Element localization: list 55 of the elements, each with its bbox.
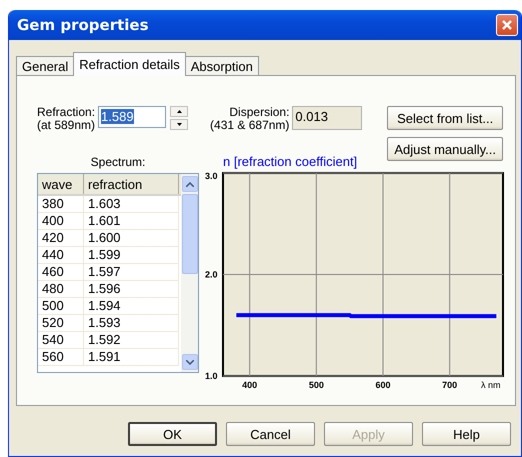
dialog-button[interactable]: Help [422,422,511,446]
column-header[interactable]: wave [38,174,84,194]
tab[interactable]: Absorption [184,56,259,76]
action-button[interactable]: Select from list... [387,106,503,130]
table-cell: 1.597 [84,264,179,281]
axis-title: λ nm [481,380,501,389]
table-cell: 540 [38,332,84,349]
table-cell: 1.599 [84,247,179,264]
table-cell: 1.600 [84,230,179,247]
table-cell: 1.592 [84,332,179,349]
dispersion-label: Dispersion: (431 & 687nm) [210,106,290,132]
table-cell: 1.603 [84,196,179,213]
scroll-thumb[interactable] [182,194,198,274]
axis-label: 1.0 [205,371,218,381]
refraction-label: Refraction: (at 589nm) [37,106,96,132]
table-cell: 480 [38,281,84,298]
spin-up-button[interactable] [170,106,188,117]
refraction-field[interactable]: 1.589 [98,106,166,128]
column-header[interactable]: refraction [84,174,179,194]
close-icon [501,19,513,31]
up-arrow-icon [176,110,182,113]
axis-label: 500 [308,380,324,389]
table-cell: 1.593 [84,315,179,332]
table-cell: 1.601 [84,213,179,230]
chart-title: n [refraction coefficient] [223,154,358,169]
axis-label: 3.0 [205,171,218,181]
scrollbar[interactable] [181,174,198,372]
scroll-down-icon[interactable] [182,354,198,370]
table-cell: 380 [38,196,84,213]
table-cell: 1.594 [84,298,179,315]
dialog-button[interactable]: Cancel [226,422,315,446]
spectrum-label: Spectrum: [90,155,146,169]
axis-label: 600 [375,380,391,389]
tab[interactable]: Refraction details [73,52,186,76]
table-cell: 460 [38,264,84,281]
table-cell: 440 [38,247,84,264]
axis-label: 2.0 [205,270,218,280]
axis-label: 700 [442,380,458,389]
down-arrow-icon [176,123,182,126]
dialog-button[interactable]: OK [128,422,217,446]
table-cell: 400 [38,213,84,230]
spin-down-button[interactable] [170,119,188,130]
scroll-up-icon[interactable] [182,176,198,192]
table-cell: 520 [38,315,84,332]
action-button[interactable]: Adjust manually... [387,137,503,161]
window-title: Gem properties [17,16,148,34]
table-cell: 500 [38,298,84,315]
table-cell: 1.591 [84,349,179,366]
table-cell: 1.596 [84,281,179,298]
axis-label: 400 [242,380,258,389]
table-cell: 560 [38,349,84,366]
tab[interactable]: General [16,56,74,76]
table-cell: 420 [38,230,84,247]
close-button[interactable] [496,14,518,36]
dispersion-field: 0.013 [292,106,362,130]
